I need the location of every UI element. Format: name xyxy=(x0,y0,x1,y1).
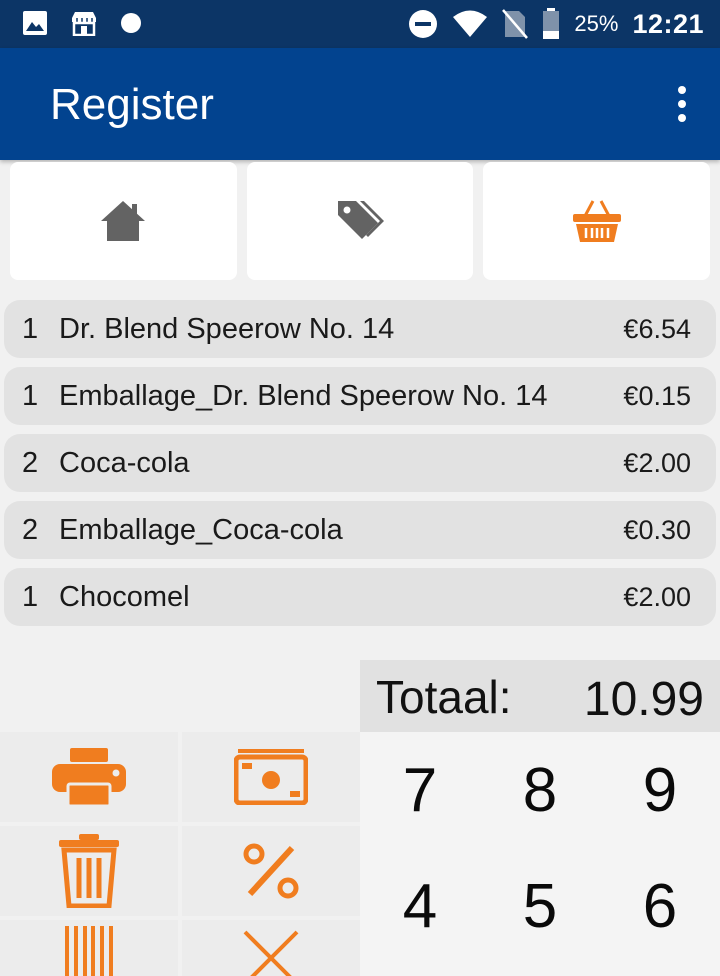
item-name: Emballage_Coca-cola xyxy=(59,514,343,546)
item-quantity: 1 xyxy=(22,380,39,412)
order-total: Totaal: 10.99 xyxy=(360,660,720,732)
tag-icon xyxy=(338,201,384,239)
store-icon xyxy=(72,12,96,36)
no-sim-icon xyxy=(502,9,529,39)
list-item[interactable]: 2 Emballage_Coca-cola €0.30 xyxy=(4,501,716,559)
item-name: Emballage_Dr. Blend Speerow No. 14 xyxy=(59,380,548,412)
numpad-key[interactable]: 9 xyxy=(600,732,720,848)
item-name: Coca-cola xyxy=(59,447,190,479)
numpad-key[interactable]: 5 xyxy=(480,848,600,964)
battery-percentage: 25% xyxy=(574,11,619,36)
dot-icon xyxy=(121,13,141,33)
cash-payment-button[interactable] xyxy=(182,732,360,822)
wifi-icon xyxy=(453,10,488,37)
total-label: Totaal: xyxy=(376,671,512,723)
item-quantity: 2 xyxy=(22,514,39,546)
action-grid xyxy=(0,732,360,976)
discount-button[interactable] xyxy=(182,826,360,916)
status-bar: 25% 12:21 xyxy=(0,0,720,48)
list-item[interactable]: 1 Emballage_Dr. Blend Speerow No. 14 €0.… xyxy=(4,367,716,425)
item-quantity: 1 xyxy=(22,581,39,613)
home-icon xyxy=(101,201,146,241)
basket-icon xyxy=(572,200,621,242)
numpad: 7 8 9 4 5 6 xyxy=(360,732,720,976)
numpad-key[interactable]: 8 xyxy=(480,732,600,848)
more-vert-icon[interactable] xyxy=(674,86,690,122)
tab-basket[interactable] xyxy=(483,162,711,280)
page-title: Register xyxy=(50,80,214,129)
item-price: €2.00 xyxy=(623,582,691,612)
item-quantity: 2 xyxy=(22,447,39,479)
tab-home[interactable] xyxy=(10,162,237,280)
trash-icon xyxy=(59,834,119,908)
delete-button[interactable] xyxy=(0,826,178,916)
image-icon xyxy=(23,11,47,35)
item-name: Dr. Blend Speerow No. 14 xyxy=(59,313,395,345)
print-button[interactable] xyxy=(0,732,178,822)
cancel-button[interactable] xyxy=(182,920,360,976)
list-item[interactable]: 2 Coca-cola €2.00 xyxy=(4,434,716,492)
numpad-key[interactable]: 4 xyxy=(360,848,480,964)
item-quantity: 1 xyxy=(22,313,39,345)
list-item[interactable]: 1 Dr. Blend Speerow No. 14 €6.54 xyxy=(4,300,716,358)
clock: 12:21 xyxy=(632,8,704,39)
menu-dot xyxy=(678,86,686,94)
item-name: Chocomel xyxy=(59,581,190,613)
item-price: €0.30 xyxy=(623,515,691,545)
item-price: €2.00 xyxy=(623,448,691,478)
total-value: 10.99 xyxy=(583,673,704,726)
menu-dot xyxy=(678,114,686,122)
printer-icon xyxy=(52,748,126,806)
barcode-button[interactable] xyxy=(0,920,178,976)
do-not-disturb-icon xyxy=(409,10,438,38)
item-price: €0.15 xyxy=(623,381,691,411)
item-price: €6.54 xyxy=(623,314,691,344)
numpad-key[interactable]: 7 xyxy=(360,732,480,848)
cash-icon xyxy=(234,749,308,805)
barcode-icon xyxy=(65,926,113,976)
list-item[interactable]: 1 Chocomel €2.00 xyxy=(4,568,716,626)
order-list: 1 Dr. Blend Speerow No. 14 €6.54 1 Embal… xyxy=(4,300,716,635)
numpad-key[interactable]: 6 xyxy=(600,848,720,964)
battery-icon xyxy=(543,8,560,39)
percent-icon xyxy=(243,843,299,899)
app-bar: Register xyxy=(0,48,720,160)
tab-bar xyxy=(10,162,711,280)
menu-dot xyxy=(678,100,686,108)
close-icon xyxy=(243,930,299,976)
tab-tags[interactable] xyxy=(246,162,474,280)
